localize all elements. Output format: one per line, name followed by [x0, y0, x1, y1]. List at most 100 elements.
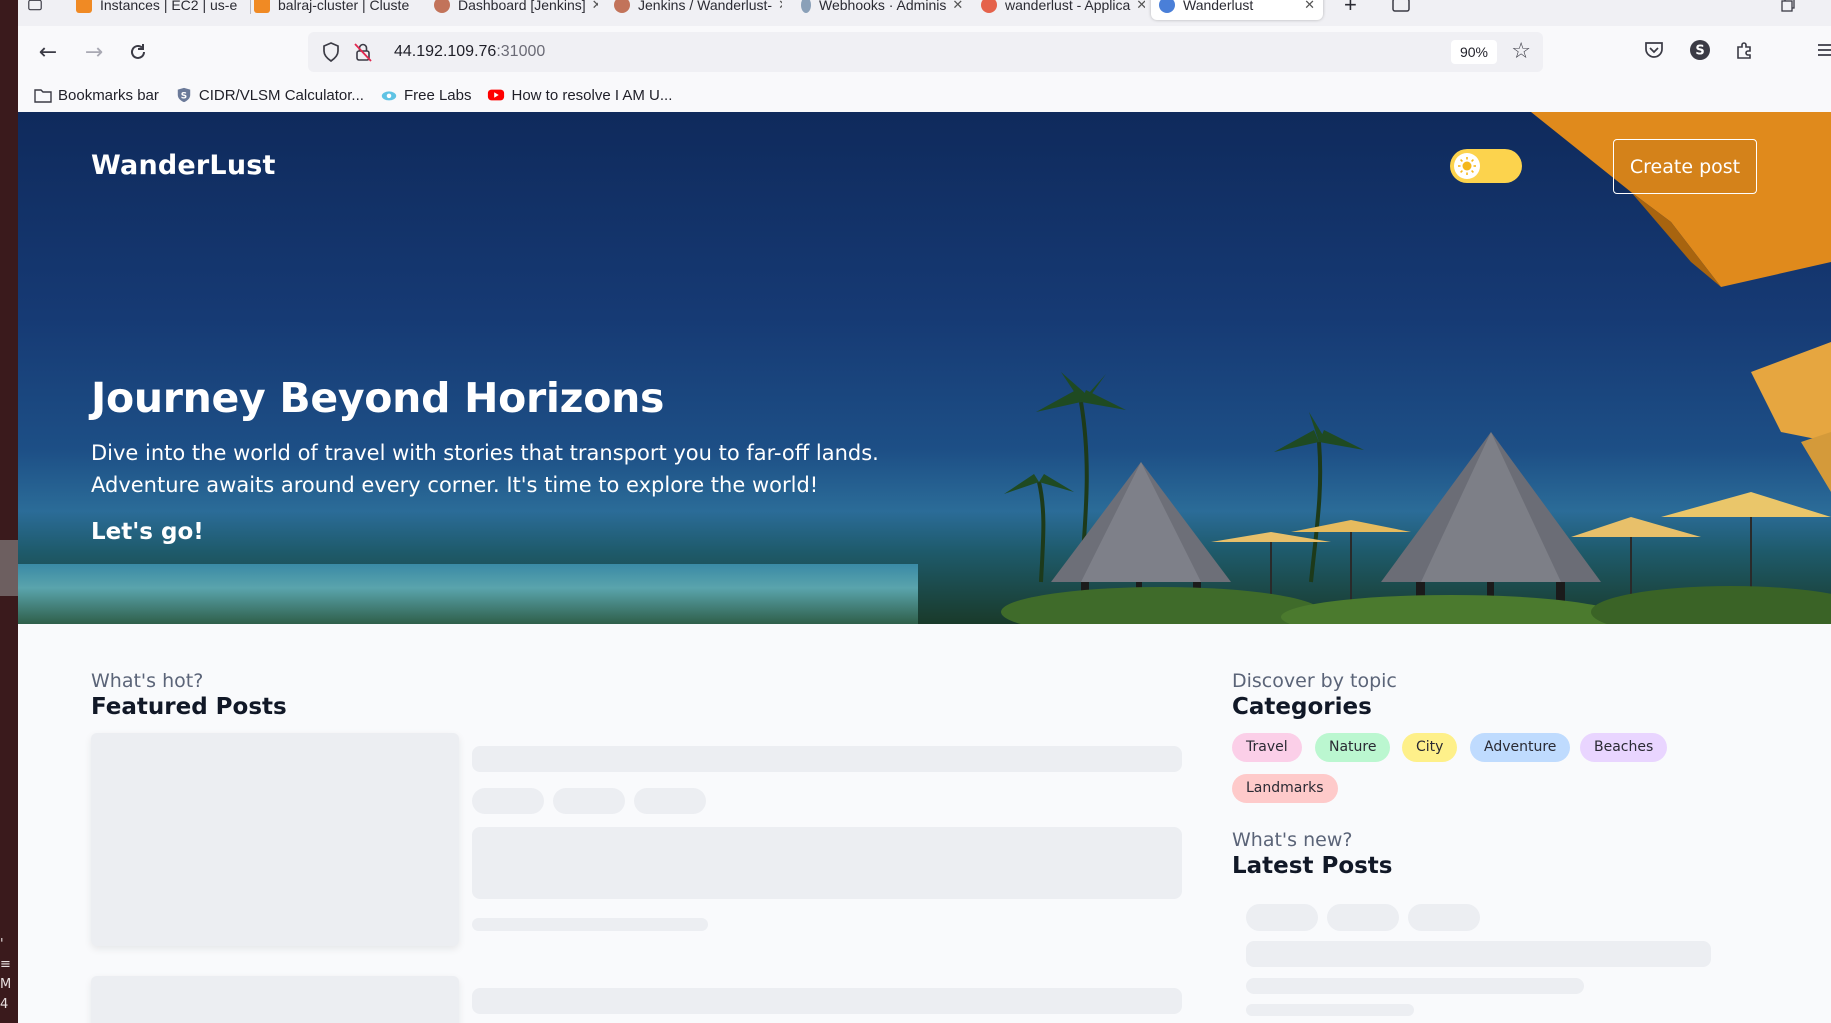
tab-list-icon: [1392, 0, 1410, 12]
tracking-shield-icon[interactable]: [322, 42, 340, 62]
featured-post-title-skeleton: [472, 988, 1182, 1014]
url-text[interactable]: 44.192.109.76:31000: [394, 43, 545, 61]
tab-close-icon[interactable]: ✕: [415, 0, 416, 13]
cloud-icon: [381, 91, 397, 101]
tab-close-icon[interactable]: ✕: [1304, 0, 1315, 13]
new-tab-button[interactable]: +: [1336, 0, 1366, 20]
account-button[interactable]: S: [1688, 38, 1712, 62]
latest-post-tag-skeleton: [1246, 904, 1318, 931]
tab-label: Jenkins / Wanderlust-: [638, 0, 773, 13]
tab-label: Instances | EC2 | us-e: [100, 0, 238, 13]
argocd-favicon-icon: [981, 0, 997, 13]
zoom-level-button[interactable]: 90%: [1450, 40, 1497, 64]
tab-label: Dashboard [Jenkins]: [458, 0, 586, 13]
navigation-toolbar: ← → 44.192.109.76:31000 90% ☆: [18, 26, 1831, 78]
hero-description: Dive into the world of travel with stori…: [91, 441, 879, 497]
hero-title: Journey Beyond Horizons: [91, 374, 665, 422]
site-logo[interactable]: WanderLust: [91, 150, 276, 181]
svg-text:S: S: [1695, 44, 1704, 59]
aws-favicon-icon: [76, 0, 92, 13]
arrow-left-icon: ←: [38, 39, 58, 65]
shield-s-icon: S: [177, 87, 191, 103]
tab-label: Webhooks · Adminis: [819, 0, 947, 13]
aws-favicon-icon: [254, 0, 270, 13]
bookmark-label: Free Labs: [403, 86, 472, 104]
folder-icon: [34, 89, 52, 103]
arrow-right-icon: →: [84, 39, 104, 65]
latest-subtitle: What's new?: [1232, 829, 1353, 851]
bookmark-label: How to resolve I AM U...: [511, 86, 673, 104]
tab-close-icon[interactable]: ✕: [778, 0, 782, 13]
insecure-lock-icon[interactable]: [354, 42, 372, 62]
tab-strip: Instances | EC2 | us-e ✕ balraj-cluster …: [18, 0, 1831, 26]
create-post-button[interactable]: Create post: [1613, 139, 1757, 194]
category-chip-beaches[interactable]: Beaches: [1580, 733, 1668, 762]
menu-button[interactable]: [1814, 38, 1831, 62]
desktop-scroll-knob: [0, 540, 18, 596]
category-chip-nature[interactable]: Nature: [1315, 733, 1391, 762]
featured-post-body-skeleton: [472, 827, 1182, 899]
featured-post-image-skeleton: [91, 976, 459, 1023]
reload-button[interactable]: [124, 38, 152, 66]
tab-close-icon[interactable]: ✕: [1136, 0, 1145, 13]
category-chip-adventure[interactable]: Adventure: [1470, 733, 1571, 762]
tab-wanderlust[interactable]: Wanderlust ✕: [1151, 0, 1323, 20]
pocket-icon: [1645, 42, 1663, 58]
browser-window: Instances | EC2 | us-e ✕ balraj-cluster …: [18, 0, 1831, 1023]
bookmark-free-labs[interactable]: Free Labs: [380, 86, 472, 104]
tab-list-button[interactable]: [1384, 0, 1420, 20]
tab-label: wanderlust - Applica: [1005, 0, 1131, 13]
latest-post-tag-skeleton: [1408, 904, 1480, 931]
extensions-button[interactable]: [1733, 38, 1757, 62]
address-bar[interactable]: 44.192.109.76:31000 90% ☆: [308, 32, 1543, 72]
bookmarks-toolbar: Bookmarks bar S CIDR/VLSM Calculator... …: [18, 78, 1831, 112]
tab-webhooks[interactable]: Webhooks · Adminis ✕: [793, 0, 965, 20]
desktop-char: M: [0, 977, 12, 992]
desktop-edge: ' ≡ M 4: [0, 0, 18, 1023]
restore-window-button[interactable]: [1773, 0, 1803, 20]
tab-ec2-instances[interactable]: Instances | EC2 | us-e ✕: [68, 0, 238, 20]
bookmark-star-icon[interactable]: ☆: [1511, 40, 1531, 64]
tab-label: Wanderlust: [1183, 0, 1254, 13]
featured-post-meta-skeleton: [472, 918, 708, 931]
plus-icon: +: [1344, 0, 1357, 17]
desktop-char: ≡: [0, 957, 11, 972]
restore-window-icon: [1781, 0, 1795, 12]
featured-subtitle: What's hot?: [91, 670, 204, 692]
pocket-button[interactable]: [1642, 38, 1666, 62]
bookmark-cidr[interactable]: S CIDR/VLSM Calculator...: [175, 87, 364, 104]
reload-icon: [131, 44, 145, 59]
desktop-char: 4: [0, 997, 9, 1012]
tab-argocd-application[interactable]: wanderlust - Applica ✕: [973, 0, 1145, 20]
back-button[interactable]: ←: [34, 38, 62, 66]
bookmark-folder[interactable]: Bookmarks bar: [34, 87, 159, 104]
account-avatar-icon: S: [1690, 40, 1710, 60]
tab-label: balraj-cluster | Cluste: [278, 0, 410, 13]
hero-banner: WanderLust Create post Journey Beyond Ho…: [18, 112, 1831, 624]
featured-title: Featured Posts: [91, 694, 287, 720]
tab-jenkins-dashboard[interactable]: Dashboard [Jenkins] ✕: [426, 0, 598, 20]
desktop-edge-text: ' ≡ M 4: [0, 935, 18, 1015]
latest-post-line-skeleton: [1246, 978, 1584, 994]
theme-toggle[interactable]: [1450, 149, 1522, 183]
url-port: :31000: [496, 43, 546, 60]
forward-button[interactable]: →: [80, 38, 108, 66]
bookmark-youtube[interactable]: How to resolve I AM U...: [487, 87, 672, 104]
featured-post-tag-skeleton: [634, 788, 706, 814]
theme-toggle-thumb: [1454, 153, 1480, 179]
lets-go-link[interactable]: Let's go!: [91, 519, 204, 545]
tab-overview-button[interactable]: [20, 0, 50, 20]
featured-post-tag-skeleton: [472, 788, 544, 814]
url-host: 44.192.109.76: [394, 43, 497, 60]
jenkins-favicon-icon: [614, 0, 630, 13]
category-chip-travel[interactable]: Travel: [1232, 733, 1302, 762]
tab-close-icon[interactable]: ✕: [592, 0, 598, 13]
category-chip-city[interactable]: City: [1402, 733, 1458, 762]
category-chip-landmarks[interactable]: Landmarks: [1232, 774, 1338, 803]
tab-overview-icon: [28, 0, 42, 11]
sea-strip: [18, 564, 918, 624]
svg-text:S: S: [181, 92, 187, 102]
tab-jenkins-wanderlust[interactable]: Jenkins / Wanderlust- ✕: [606, 0, 782, 20]
tab-eks-cluster[interactable]: balraj-cluster | Cluste ✕: [246, 0, 416, 20]
tab-close-icon[interactable]: ✕: [952, 0, 963, 13]
